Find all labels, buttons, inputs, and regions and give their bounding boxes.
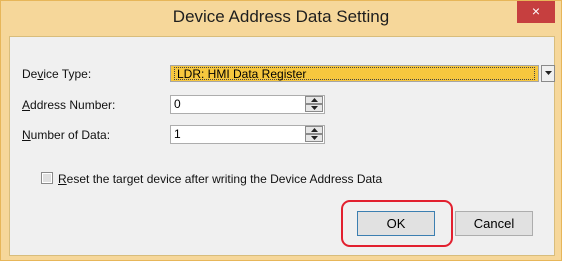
device-type-select[interactable]: LDR: HMI Data Register xyxy=(170,65,539,82)
close-icon: × xyxy=(531,3,541,19)
address-number-decrement[interactable] xyxy=(305,104,323,112)
arrow-up-icon xyxy=(311,128,318,132)
dialog-window: Device Address Data Setting × Device Typ… xyxy=(0,0,562,261)
number-of-data-stepper xyxy=(305,126,324,143)
device-type-label: Device Type: xyxy=(22,67,92,81)
address-number-input[interactable]: 0 xyxy=(170,95,325,114)
address-number-label: Address Number: xyxy=(22,98,116,112)
number-of-data-input[interactable]: 1 xyxy=(170,125,325,144)
number-of-data-increment[interactable] xyxy=(305,126,323,134)
device-type-value: LDR: HMI Data Register xyxy=(174,67,535,81)
title-bar[interactable]: Device Address Data Setting × xyxy=(1,1,561,37)
chevron-down-icon xyxy=(545,71,552,75)
address-number-stepper xyxy=(305,96,324,113)
dialog-title: Device Address Data Setting xyxy=(172,7,390,26)
reset-target-device-label[interactable]: Reset the target device after writing th… xyxy=(58,172,382,186)
ok-highlight-annotation xyxy=(341,200,453,247)
device-type-dropdown-button[interactable] xyxy=(541,65,555,82)
number-of-data-label: Number of Data: xyxy=(22,128,111,142)
cancel-button[interactable]: Cancel xyxy=(455,211,533,236)
address-number-increment[interactable] xyxy=(305,96,323,104)
dialog-body: Device Type: LDR: HMI Data Register Addr… xyxy=(9,36,555,256)
arrow-up-icon xyxy=(311,98,318,102)
close-button[interactable]: × xyxy=(517,1,555,23)
arrow-down-icon xyxy=(311,136,318,140)
reset-target-device-checkbox[interactable] xyxy=(41,172,53,184)
arrow-down-icon xyxy=(311,106,318,110)
number-of-data-decrement[interactable] xyxy=(305,134,323,142)
